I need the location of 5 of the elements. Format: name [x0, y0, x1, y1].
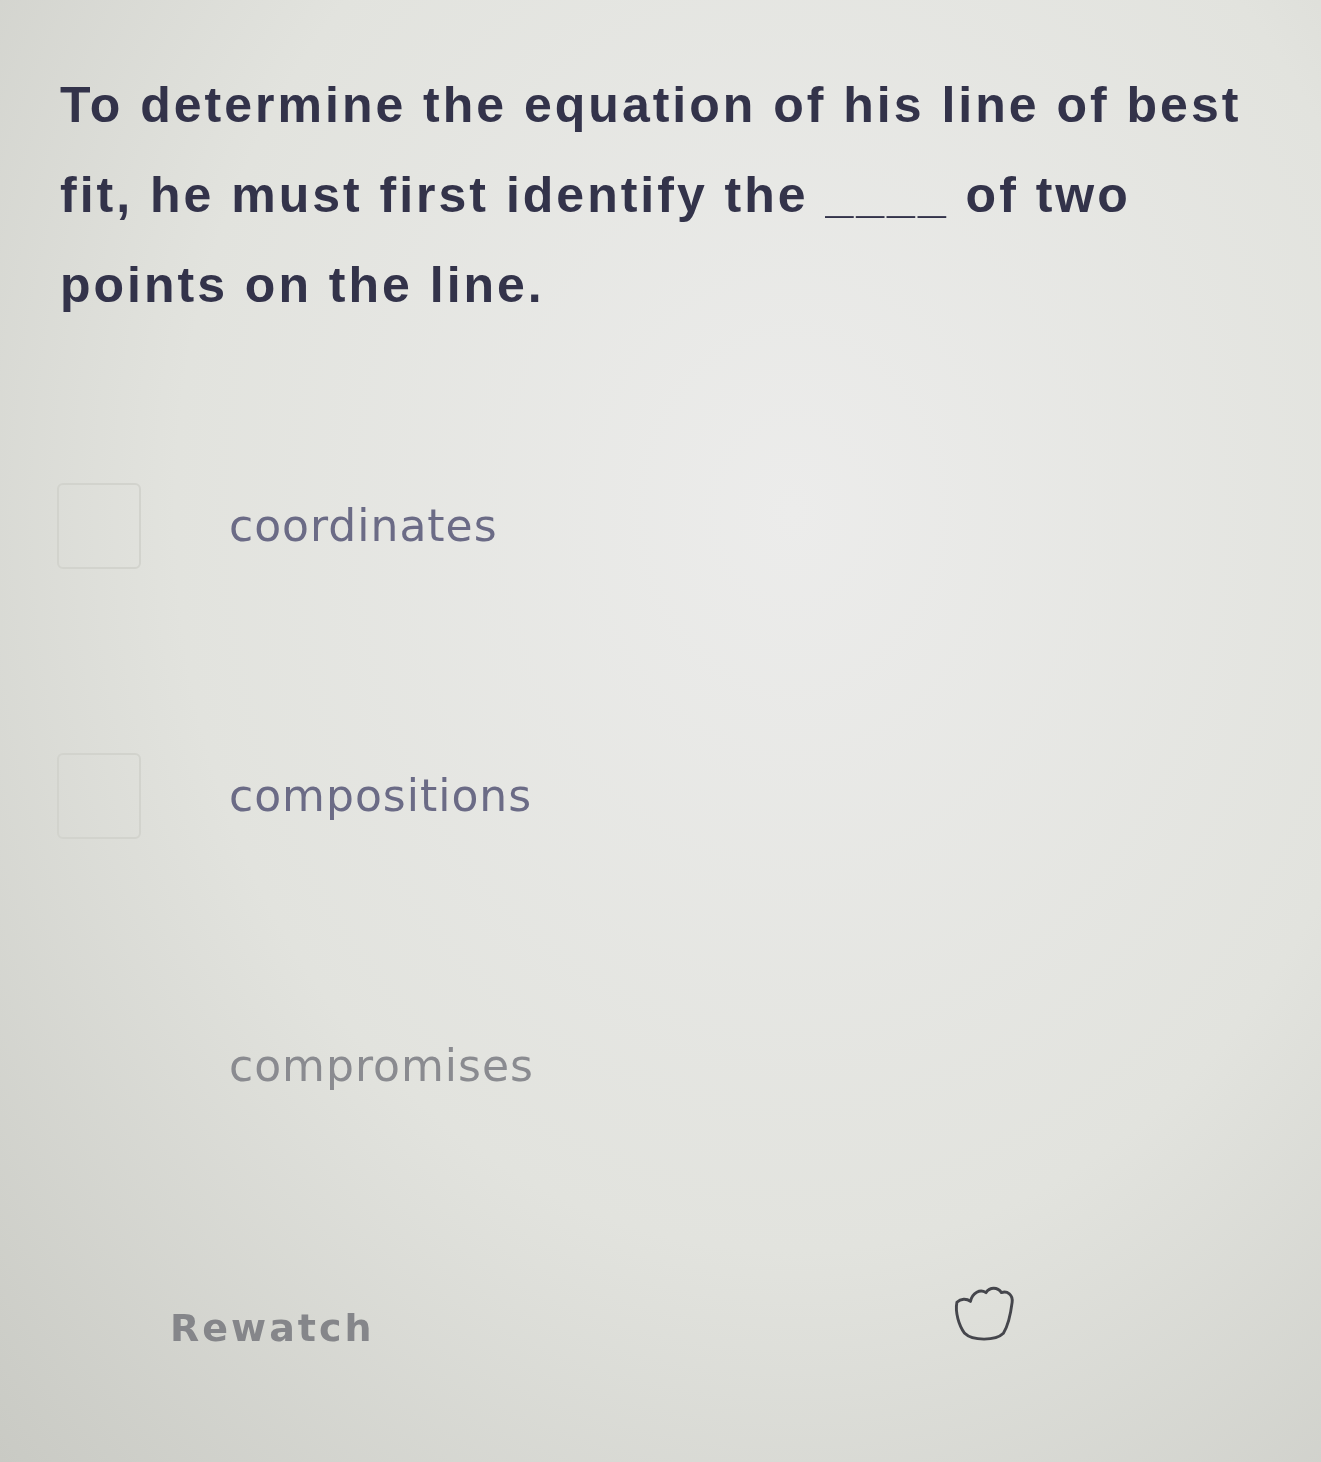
answer-option[interactable]: coordinates — [229, 504, 498, 548]
rewatch-button[interactable]: Rewatch — [170, 1309, 375, 1347]
answer-option[interactable]: compositions — [229, 774, 533, 818]
question-text: To determine the equation of his line of best fit, he must first identify the ____ of two points on the line. — [60, 76, 1243, 315]
answer-option[interactable]: compromises — [229, 1044, 534, 1088]
